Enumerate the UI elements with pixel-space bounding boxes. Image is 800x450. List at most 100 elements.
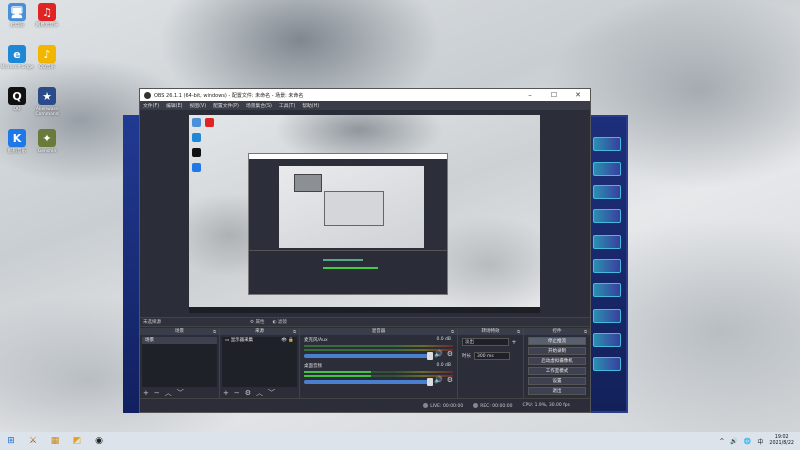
volume-slider[interactable]: [304, 378, 433, 386]
desktop-icon-label: Microsoft Edge: [0, 65, 34, 70]
desktop-icon-label: QQ: [13, 107, 21, 112]
taskbar-explorer-icon[interactable]: ▦: [44, 432, 66, 450]
preview-area: [140, 110, 590, 316]
add-icon[interactable]: +: [223, 389, 229, 397]
speaker-icon[interactable]: 🔊: [434, 376, 443, 384]
move-up-icon[interactable]: ︿: [256, 388, 263, 398]
obs-window-title: OBS 26.1.1 (64-bit, windows) - 配置文件: 未命名…: [154, 92, 304, 99]
move-down-icon[interactable]: ﹀: [177, 388, 184, 398]
desktop-icon[interactable]: K 酷狗音乐: [0, 129, 34, 154]
menu-edit[interactable]: 编辑(E): [166, 102, 182, 109]
nested-obs-capture: [248, 153, 448, 295]
track-name: 桌面音频: [304, 364, 322, 369]
desktop-icon-label: 此电脑: [10, 23, 24, 28]
taskbar-game-icon[interactable]: ⚔: [22, 432, 44, 450]
transitions-dock-title: 转场特效: [481, 329, 500, 334]
controls-dock-title: 控件: [552, 329, 562, 334]
dock-float-icon[interactable]: ⧉: [213, 328, 216, 335]
desktop-icon-label: QQ音乐: [38, 65, 56, 70]
visibility-lock-icons[interactable]: 👁 🔒: [281, 337, 294, 344]
dock-float-icon[interactable]: ⧉: [584, 328, 587, 335]
settings-button[interactable]: 设置: [528, 377, 586, 385]
track-db: 0.0 dB: [436, 363, 451, 368]
gear-icon[interactable]: ⚙: [447, 350, 453, 358]
move-down-icon[interactable]: ﹀: [268, 388, 275, 398]
dock-float-icon[interactable]: ⧉: [293, 328, 296, 335]
remove-icon[interactable]: −: [154, 389, 160, 397]
add-icon[interactable]: +: [143, 389, 149, 397]
desktop-icon-label: Alienware Command: [35, 107, 59, 118]
taskbar-app-icon[interactable]: ◩: [66, 432, 88, 450]
volume-meter: [304, 371, 453, 373]
filters-button[interactable]: ◐ 滤镜: [272, 319, 286, 325]
desktop-icon-label: Genshin: [37, 149, 57, 154]
dock-float-icon[interactable]: ⧉: [517, 328, 520, 335]
sources-list: ▭ 显示器采集 👁 🔒: [222, 337, 297, 387]
network-icon[interactable]: 🌐: [744, 438, 751, 445]
app-icon: 🖥: [8, 3, 26, 21]
duration-input[interactable]: 300 ms: [474, 352, 510, 360]
virtual-camera-button[interactable]: 启动虚拟摄像机: [528, 357, 586, 365]
sources-dock: 来源 ⧉ ▭ 显示器采集 👁 🔒 + − ⚙ ︿ ﹀: [220, 328, 300, 398]
volume-meter: [304, 349, 453, 351]
desktop-icon[interactable]: e Microsoft Edge: [0, 45, 34, 70]
stop-streaming-button[interactable]: 停止推流: [528, 337, 586, 345]
obs-titlebar[interactable]: OBS 26.1.1 (64-bit, windows) - 配置文件: 未命名…: [140, 89, 590, 101]
exit-button[interactable]: 退出: [528, 387, 586, 395]
mini-taskbar: [189, 307, 540, 313]
scenes-list: 场景: [142, 337, 217, 387]
menu-tools[interactable]: 工具(T): [279, 102, 295, 109]
volume-icon[interactable]: 🔊: [730, 438, 737, 445]
remove-icon[interactable]: −: [234, 389, 240, 397]
volume-meter: [304, 375, 453, 377]
desktop-icon[interactable]: 🖥 此电脑: [0, 3, 34, 28]
mini-desktop-icon: [205, 118, 214, 127]
menu-file[interactable]: 文件(F): [143, 102, 159, 109]
taskbar-obs-icon[interactable]: ◉: [88, 432, 110, 450]
source-toolbar: 未选择源 ⚙ 属性 ◐ 滤镜: [140, 317, 590, 327]
desktop-icon[interactable]: ♫ 网易云音乐: [30, 3, 64, 28]
menu-help[interactable]: 帮助(H): [302, 102, 319, 109]
tray-overflow-icon[interactable]: ^: [719, 438, 724, 445]
desktop-icon[interactable]: ♪ QQ音乐: [30, 45, 64, 70]
volume-slider[interactable]: [304, 352, 433, 360]
close-button[interactable]: ✕: [566, 91, 590, 99]
gear-icon[interactable]: ⚙: [245, 389, 251, 397]
scene-item[interactable]: 场景: [142, 337, 217, 344]
minimize-button[interactable]: –: [518, 91, 542, 99]
windows-taskbar: ⊞ ⚔ ▦ ◩ ◉ ^ 🔊 🌐 中 19:02 2021/8/22: [0, 432, 800, 450]
desktop-icon[interactable]: ★ Alienware Command: [30, 87, 64, 117]
menu-scene-collection[interactable]: 场景集合(S): [246, 102, 272, 109]
studio-mode-button[interactable]: 工作室模式: [528, 367, 586, 375]
source-item[interactable]: ▭ 显示器采集 👁 🔒: [222, 337, 297, 344]
app-icon: ♫: [38, 3, 56, 21]
mixer-track-desktop: 桌面音频 0.0 dB 🔊 ⚙: [300, 361, 457, 387]
track-db: 0.0 dB: [436, 337, 451, 342]
properties-button[interactable]: ⚙ 属性: [250, 319, 264, 325]
app-icon: Q: [8, 87, 26, 105]
mini-desktop-icon: [192, 148, 201, 157]
mixer-dock-title: 混音器: [371, 329, 386, 334]
volume-meter: [304, 345, 453, 347]
ime-indicator[interactable]: 中: [757, 437, 763, 446]
desktop-icon[interactable]: ✦ Genshin: [30, 129, 64, 154]
dock-float-icon[interactable]: ⧉: [451, 328, 454, 335]
gear-icon[interactable]: ⚙: [447, 376, 453, 384]
system-tray: ^ 🔊 🌐 中 19:02 2021/8/22: [719, 435, 800, 447]
transition-select[interactable]: 淡出: [462, 338, 509, 346]
add-icon[interactable]: +: [509, 339, 519, 346]
preview-canvas[interactable]: [189, 115, 540, 313]
start-recording-button[interactable]: 开始录制: [528, 347, 586, 355]
clock[interactable]: 19:02 2021/8/22: [769, 435, 794, 447]
obs-window[interactable]: OBS 26.1.1 (64-bit, windows) - 配置文件: 未命名…: [139, 88, 591, 413]
obs-logo-icon: [144, 91, 151, 99]
menu-profile[interactable]: 配置文件(P): [213, 102, 239, 109]
maximize-button[interactable]: ☐: [542, 91, 566, 99]
start-button[interactable]: ⊞: [0, 432, 22, 450]
obs-statusbar: LIVE: 00:00:00 REC: 00:00:00 CPU: 1.9%, …: [140, 398, 590, 412]
menu-view[interactable]: 视图(V): [189, 102, 206, 109]
desktop-icon[interactable]: Q QQ: [0, 87, 34, 112]
speaker-icon[interactable]: 🔊: [434, 350, 443, 358]
mixer-dock: 混音器 ⧉ 麦克风/Aux 0.0 dB 🔊 ⚙ 桌面音频 0.0 dB 🔊 ⚙: [300, 328, 458, 398]
move-up-icon[interactable]: ︿: [165, 388, 172, 398]
